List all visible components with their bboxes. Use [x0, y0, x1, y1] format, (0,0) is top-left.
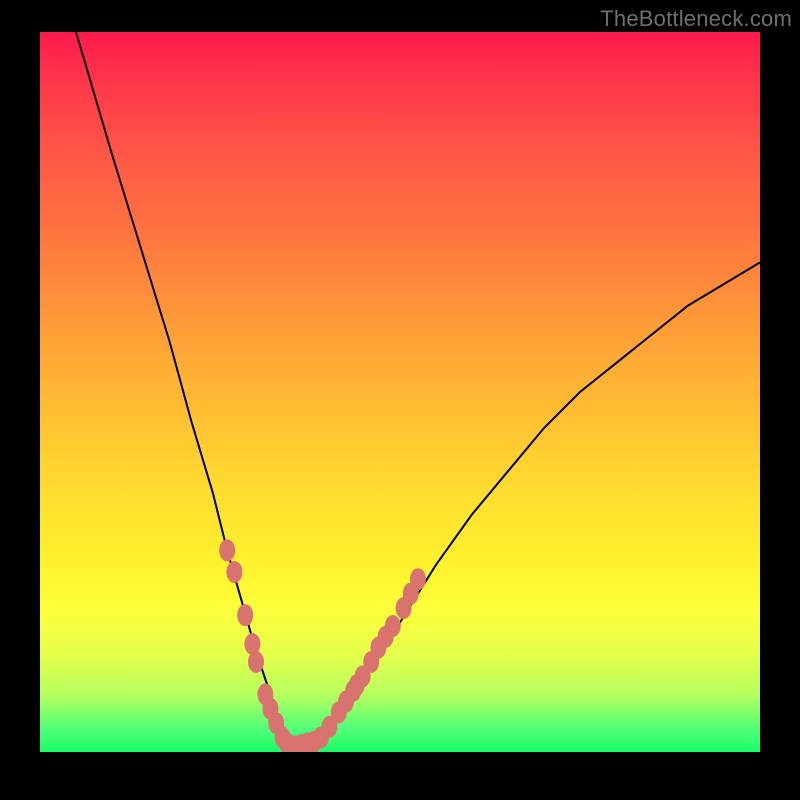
curve-marker: [410, 568, 426, 590]
curve-marker: [385, 615, 401, 637]
bottleneck-curve: [76, 32, 760, 749]
curve-marker: [248, 651, 264, 673]
curve-marker: [237, 604, 253, 626]
curve-marker: [219, 539, 235, 561]
curve-marker: [226, 561, 242, 583]
watermark-text: TheBottleneck.com: [600, 6, 792, 32]
chart-stage: TheBottleneck.com: [0, 0, 800, 800]
plot-area: [40, 32, 760, 752]
curve-svg: [40, 32, 760, 752]
curve-markers: [219, 539, 426, 752]
